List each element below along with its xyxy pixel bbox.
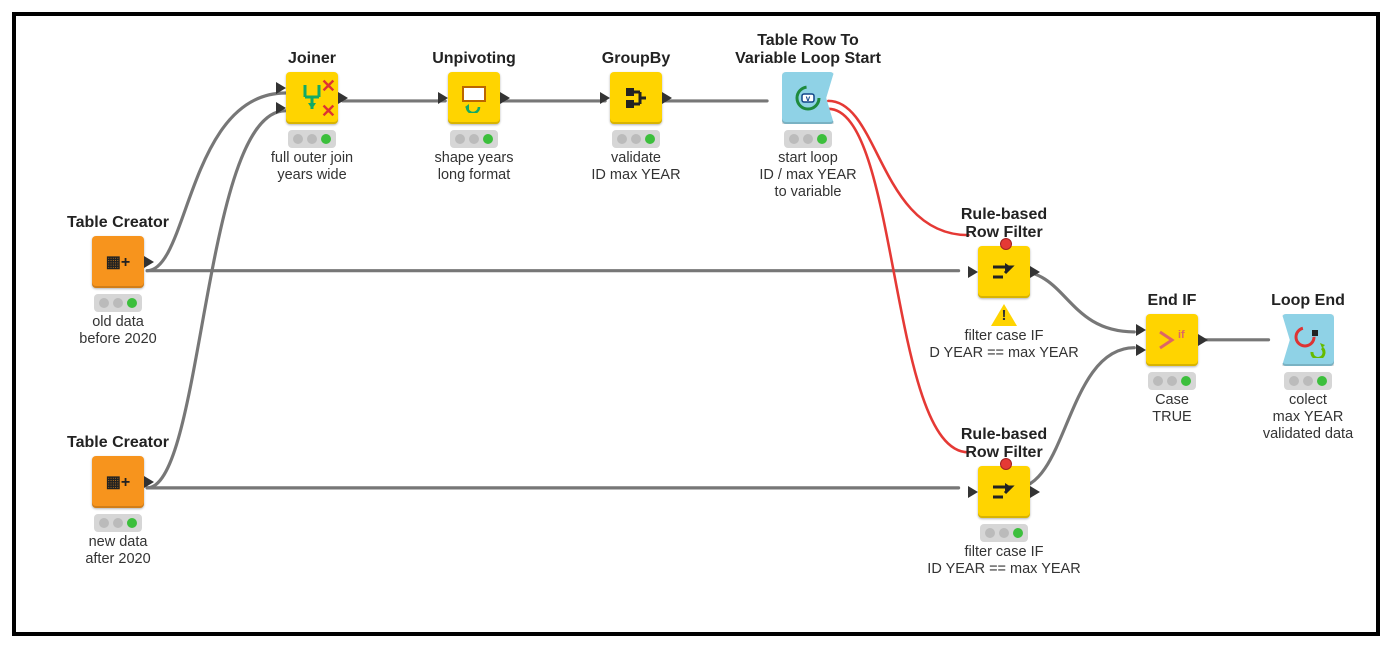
workflow-canvas[interactable]: Table Creator ▦+ old data before 2020 Ta… (12, 12, 1380, 636)
rule-filter-icon (978, 246, 1030, 298)
traffic-light (1148, 372, 1196, 390)
traffic-light (1284, 372, 1332, 390)
traffic-light (94, 514, 142, 532)
traffic-light (288, 130, 336, 148)
node-title: Joiner (242, 50, 382, 68)
end-if-icon: if (1146, 314, 1198, 366)
node-annotation: validate ID max YEAR (566, 150, 706, 184)
node-annotation: old data before 2020 (48, 314, 188, 348)
traffic-light (94, 294, 142, 312)
svg-text:v: v (806, 94, 811, 103)
node-title: GroupBy (566, 50, 706, 68)
node-rule-filter-top[interactable]: Rule-based Row Filter filter case IF D Y… (924, 206, 1084, 362)
node-annotation: Case TRUE (1102, 392, 1242, 426)
node-title: Table Row To Variable Loop Start (728, 32, 888, 68)
node-table-creator-old[interactable]: Table Creator ▦+ old data before 2020 (48, 214, 188, 348)
traffic-light-warning (980, 304, 1028, 326)
node-loop-end[interactable]: Loop End colect max YEAR validated data (1238, 292, 1378, 443)
node-groupby[interactable]: GroupBy validate ID max YEAR (566, 50, 706, 184)
table-creator-icon: ▦+ (92, 236, 144, 288)
node-title: Table Creator (48, 214, 188, 232)
node-title: Loop End (1238, 292, 1378, 310)
loop-end-icon (1282, 314, 1334, 366)
node-end-if[interactable]: End IF if Case TRUE (1102, 292, 1242, 426)
traffic-light (980, 524, 1028, 542)
joiner-icon: ✕ ✕ (286, 72, 338, 124)
node-title: Rule-based Row Filter (924, 206, 1084, 242)
node-rule-filter-bottom[interactable]: Rule-based Row Filter filter case IF ID … (924, 426, 1084, 578)
node-annotation: filter case IF ID YEAR == max YEAR (924, 544, 1084, 578)
node-title: End IF (1102, 292, 1242, 310)
node-title: Rule-based Row Filter (924, 426, 1084, 462)
node-annotation: shape years long format (404, 150, 544, 184)
node-variable-loop-start[interactable]: Table Row To Variable Loop Start v start… (728, 32, 888, 201)
node-annotation: new data after 2020 (48, 534, 188, 568)
node-annotation: full outer join years wide (242, 150, 382, 184)
flow-variable-port-icon (1000, 238, 1012, 250)
rule-filter-icon (978, 466, 1030, 518)
groupby-icon (610, 72, 662, 124)
unpivot-icon (448, 72, 500, 124)
node-title: Unpivoting (404, 50, 544, 68)
node-title: Table Creator (48, 434, 188, 452)
traffic-light (450, 130, 498, 148)
svg-text:if: if (1178, 329, 1185, 341)
loop-start-icon: v (782, 72, 834, 124)
traffic-light (612, 130, 660, 148)
node-annotation: filter case IF D YEAR == max YEAR (924, 328, 1084, 362)
node-annotation: start loop ID / max YEAR to variable (728, 150, 888, 201)
flow-variable-port-icon (1000, 458, 1012, 470)
node-unpivoting[interactable]: Unpivoting shape years long format (404, 50, 544, 184)
table-creator-icon: ▦+ (92, 456, 144, 508)
node-table-creator-new[interactable]: Table Creator ▦+ new data after 2020 (48, 434, 188, 568)
traffic-light (784, 130, 832, 148)
node-annotation: colect max YEAR validated data (1238, 392, 1378, 443)
node-joiner[interactable]: Joiner ✕ ✕ full outer join years wide (242, 50, 382, 184)
